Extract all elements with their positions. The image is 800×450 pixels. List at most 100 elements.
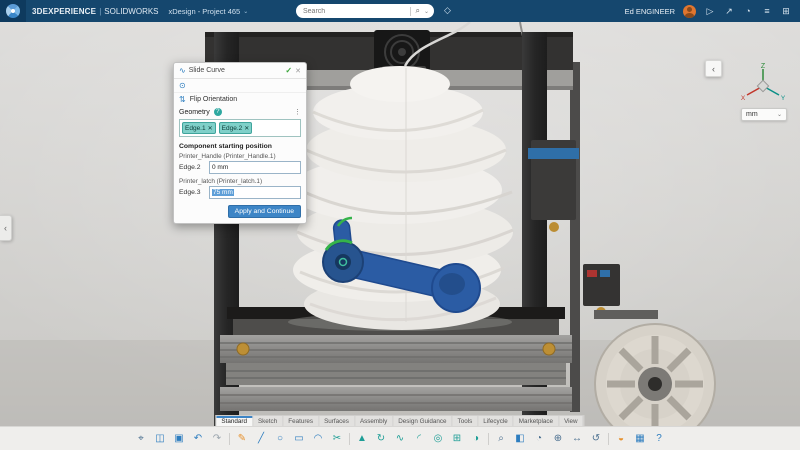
- sweep-icon[interactable]: ∿: [393, 432, 407, 446]
- left-panel-expander[interactable]: ‹: [0, 215, 12, 241]
- extrude-icon[interactable]: ▲: [355, 432, 369, 446]
- 3ds-logo[interactable]: [0, 0, 26, 22]
- component-name: Printer_latch (Printer_latch.1): [174, 176, 306, 185]
- chevron-down-icon: ⌄: [243, 8, 248, 15]
- copy-icon[interactable]: ◫: [153, 432, 167, 446]
- appearance-icon[interactable]: ◒: [614, 432, 628, 446]
- filter-icon[interactable]: ≡: [761, 6, 773, 16]
- flip-label: Flip Orientation: [190, 96, 237, 103]
- tab-label: Assembly: [360, 418, 387, 425]
- pan-icon[interactable]: ↔: [570, 432, 584, 446]
- dialog-titlebar[interactable]: ∿ Slide Curve ✓ ✕: [174, 63, 306, 79]
- geometry-label: Geometry: [179, 109, 210, 116]
- tab-label: Features: [288, 418, 313, 425]
- user-menu[interactable]: Ed ENGINEER: [625, 7, 675, 16]
- close-icon[interactable]: ✕: [295, 67, 301, 75]
- edge-value-input[interactable]: 75 mm: [209, 186, 301, 199]
- edge-chip[interactable]: Edge.2 ✕: [219, 122, 253, 134]
- component-name: Printer_Handle (Printer_Handle.1): [174, 151, 306, 160]
- sketch-icon[interactable]: ✎: [235, 432, 249, 446]
- tab-label: Design Guidance: [398, 418, 446, 425]
- edge-value-selected: 75 mm: [212, 189, 234, 196]
- confirm-icon[interactable]: ✓: [285, 66, 292, 75]
- edge-label: Edge.2: [179, 164, 205, 171]
- tab-label: Sketch: [258, 418, 277, 425]
- chip-label: Edge.2: [222, 125, 243, 132]
- axis-x-label: X: [741, 95, 746, 102]
- kebab-menu-icon[interactable]: ⋮: [294, 108, 301, 116]
- topbar-icons: ▷ ↗ ◔ ≡ ⊞: [704, 6, 792, 17]
- axis-z-label: Z: [761, 63, 766, 70]
- tag-icon[interactable]: ◇: [444, 5, 451, 16]
- apply-and-continue-button[interactable]: Apply and Continue: [228, 205, 301, 218]
- chevron-down-icon: ⌄: [777, 111, 782, 118]
- tab-label: Lifecycle: [483, 418, 508, 425]
- flip-icon: ⇅: [179, 95, 186, 104]
- chip-remove-icon[interactable]: ✕: [244, 125, 249, 132]
- zoom-fit-icon[interactable]: ⊕: [551, 432, 565, 446]
- pattern-icon[interactable]: ⊞: [450, 432, 464, 446]
- bottom-toolbar: ⌖ ◫ ▣ ↶ ↷ ✎ ╱ ○ ▭ ◠ ✂ ▲ ↻ ∿ ◜ ◎ ⊞ ◑ ⌕ ◧ ◔ ⊕ ↔ ↺ ◒ ▦?: [0, 426, 800, 450]
- flip-orientation-button[interactable]: ⇅ Flip Orientation: [174, 93, 306, 106]
- undo-icon[interactable]: ↶: [191, 432, 205, 446]
- edge-label: Edge.3: [179, 189, 205, 196]
- feature-icon: ∿: [179, 66, 186, 75]
- save-icon[interactable]: ▣: [172, 432, 186, 446]
- chip-label: Edge.1: [185, 125, 206, 132]
- section-title: Component starting position: [174, 139, 306, 151]
- search-options-chevron-icon[interactable]: ⌄: [424, 8, 429, 15]
- notifications-icon[interactable]: ◔: [742, 6, 754, 16]
- edge-chip[interactable]: Edge.1 ✕: [182, 122, 216, 134]
- rotate-view-icon[interactable]: ↺: [589, 432, 603, 446]
- rectangle-icon[interactable]: ▭: [292, 432, 306, 446]
- trim-icon[interactable]: ✂: [330, 432, 344, 446]
- fillet-icon[interactable]: ◜: [412, 432, 426, 446]
- edge-value: 0 mm: [212, 164, 228, 171]
- arc-icon[interactable]: ◠: [311, 432, 325, 446]
- mirror-icon[interactable]: ◑: [469, 432, 483, 446]
- slide-curve-dialog: ∿ Slide Curve ✓ ✕ ⊙ ⇅ Flip Orientation G…: [173, 62, 307, 224]
- circle-icon[interactable]: ○: [273, 432, 287, 446]
- dialog-actions: Apply and Continue: [174, 201, 306, 223]
- avatar[interactable]: [683, 5, 696, 18]
- tab-label: Marketplace: [519, 418, 553, 425]
- info-icon[interactable]: ?: [214, 108, 222, 116]
- 3d-viewport[interactable]: [0, 22, 800, 450]
- apps-grid-icon[interactable]: ⊞: [780, 6, 792, 17]
- search-bar: ⌕ ⌄: [296, 4, 434, 18]
- line-icon[interactable]: ╱: [254, 432, 268, 446]
- shell-icon[interactable]: ◎: [431, 432, 445, 446]
- scene-icon[interactable]: ▦: [633, 432, 647, 446]
- help-icon[interactable]: ?: [652, 432, 666, 446]
- toolbar-separator: [349, 433, 350, 445]
- units-dropdown[interactable]: mm ⌄: [741, 108, 787, 121]
- dialog-title: Slide Curve: [189, 67, 283, 74]
- chip-remove-icon[interactable]: ✕: [208, 125, 213, 132]
- revolve-icon[interactable]: ↻: [374, 432, 388, 446]
- tab-label: View: [564, 418, 578, 425]
- right-panel-toggle[interactable]: ‹: [705, 60, 722, 77]
- compass-icon: [6, 4, 20, 18]
- search-divider: [410, 7, 411, 16]
- search-icon[interactable]: ⌕: [415, 6, 419, 16]
- edge-input-row: Edge.3 75 mm: [174, 185, 306, 201]
- pin-icon[interactable]: ⊙: [179, 81, 186, 90]
- play-icon[interactable]: ▷: [704, 6, 716, 17]
- select-icon[interactable]: ⌖: [134, 432, 148, 446]
- send-icon[interactable]: ↗: [723, 6, 735, 17]
- tab-label: Tools: [458, 418, 473, 425]
- top-bar: 3DEXPERIENCE | SOLIDWORKS xDesign - Proj…: [0, 0, 800, 22]
- section-view-icon[interactable]: ◧: [513, 432, 527, 446]
- topbar-right-cluster: Ed ENGINEER ▷ ↗ ◔ ≡ ⊞: [625, 5, 800, 18]
- search-input[interactable]: [301, 7, 406, 16]
- redo-icon[interactable]: ↷: [210, 432, 224, 446]
- display-style-icon[interactable]: ◔: [532, 432, 546, 446]
- workspace-dropdown[interactable]: xDesign - Project 465 ⌄: [169, 7, 249, 16]
- units-value: mm: [746, 111, 758, 118]
- edge-value-input[interactable]: 0 mm: [209, 161, 301, 174]
- axis-y-label: Y: [781, 95, 786, 102]
- geometry-selection-box[interactable]: Edge.1 ✕ Edge.2 ✕: [179, 119, 301, 137]
- measure-icon[interactable]: ⌕: [494, 432, 508, 446]
- orientation-triad[interactable]: Z Y X: [736, 62, 788, 106]
- 3d-scene[interactable]: [0, 22, 800, 450]
